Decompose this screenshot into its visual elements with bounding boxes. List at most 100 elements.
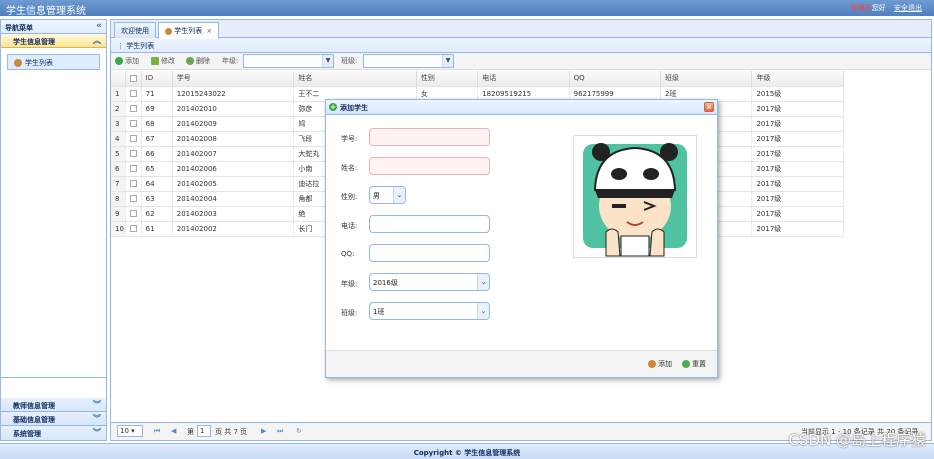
- row-number: 7: [111, 176, 126, 192]
- add-button[interactable]: 添加: [115, 56, 139, 66]
- user-info: 管理员您好 安全退出: [851, 3, 922, 13]
- phone-input[interactable]: [369, 215, 490, 233]
- double-chevron-down-icon[interactable]: ︾: [93, 399, 101, 410]
- user-add-icon: [648, 360, 656, 368]
- checkbox-icon: [129, 105, 137, 112]
- class-label: 班级:: [341, 309, 358, 317]
- double-chevron-up-icon[interactable]: ︽: [93, 35, 101, 46]
- table-cell: 201402007: [172, 146, 295, 162]
- page-label: 第: [187, 428, 194, 436]
- grade-select[interactable]: 2016级 ⌄: [369, 273, 490, 291]
- edit-label: 修改: [161, 57, 175, 65]
- nav-item-label: 学生列表: [25, 59, 53, 67]
- refresh-icon[interactable]: ↻: [296, 427, 302, 435]
- select-all-checkbox[interactable]: [125, 71, 142, 87]
- chevron-down-icon: ▼: [442, 55, 453, 67]
- page-number-input[interactable]: 1: [197, 425, 211, 437]
- page-total-text: 页 共 7 页: [215, 428, 248, 436]
- table-header-row: ID 学号 姓名 性别 电话 QQ 班级 年级: [111, 71, 844, 87]
- row-checkbox[interactable]: [125, 101, 142, 117]
- row-checkbox[interactable]: [125, 176, 142, 192]
- row-checkbox[interactable]: [125, 191, 142, 207]
- tab-student-list[interactable]: 学生列表 ×: [158, 22, 220, 39]
- table-cell: 69: [141, 101, 173, 117]
- row-checkbox[interactable]: [125, 116, 142, 132]
- tab-welcome[interactable]: 欢迎使用: [114, 22, 156, 38]
- table-cell: 68: [141, 116, 173, 132]
- double-chevron-down-icon[interactable]: ︾: [93, 413, 101, 424]
- number-input[interactable]: [369, 128, 490, 146]
- app-header: 学生信息管理系统 管理员您好 安全退出: [0, 0, 934, 17]
- grid-toolbar: 添加 修改 删除 年级: ▼ 班级: ▼: [111, 53, 931, 70]
- column-header[interactable]: 年级: [751, 71, 844, 87]
- next-page-icon[interactable]: ▶: [261, 427, 266, 435]
- qq-input[interactable]: [369, 244, 490, 262]
- double-chevron-down-icon[interactable]: ︾: [93, 427, 101, 438]
- delete-icon: [186, 57, 194, 65]
- delete-button[interactable]: 删除: [186, 56, 210, 66]
- dialog-add-button[interactable]: 添加: [648, 359, 672, 369]
- row-number: 8: [111, 191, 126, 207]
- logout-link[interactable]: 安全退出: [894, 4, 922, 12]
- checkbox-icon: [129, 135, 137, 142]
- accordion-system[interactable]: 系统管理 ︾: [1, 426, 106, 440]
- double-chevron-left-icon[interactable]: «: [96, 21, 102, 31]
- gender-select[interactable]: 男 ⌄: [369, 186, 406, 204]
- chevron-down-icon: ⌄: [393, 187, 405, 203]
- column-header[interactable]: 电话: [477, 71, 570, 87]
- row-checkbox[interactable]: [125, 86, 142, 102]
- table-cell: 201402009: [172, 116, 295, 132]
- grid-title-bar: ⋮ 学生列表: [111, 38, 931, 53]
- name-input[interactable]: [369, 157, 490, 175]
- table-cell: 62: [141, 206, 173, 222]
- column-header[interactable]: QQ: [569, 71, 662, 87]
- checkbox-icon: [129, 225, 137, 232]
- class-filter-select[interactable]: ▼: [363, 54, 454, 68]
- column-header[interactable]: ID: [141, 71, 173, 87]
- user-icon: [165, 27, 172, 35]
- admin-name: 管理员: [850, 4, 872, 12]
- accordion-label: 教师信息管理: [13, 402, 55, 410]
- close-icon[interactable]: ×: [206, 27, 212, 35]
- row-checkbox[interactable]: [125, 146, 142, 162]
- dialog-reset-button[interactable]: 重置: [682, 359, 706, 369]
- qq-label: QQ:: [341, 250, 355, 258]
- row-number: 6: [111, 161, 126, 177]
- accordion-basic-info[interactable]: 基础信息管理 ︾: [1, 412, 106, 426]
- table-cell: 201402004: [172, 191, 295, 207]
- edit-button[interactable]: 修改: [151, 56, 175, 66]
- accordion-student-info[interactable]: 学生信息管理 ︽: [1, 34, 106, 48]
- column-header[interactable]: 性别: [416, 71, 479, 87]
- column-header[interactable]: 班级: [660, 71, 753, 87]
- class-select[interactable]: 1班 ⌄: [369, 302, 490, 320]
- table-cell: 201402003: [172, 206, 295, 222]
- accordion-teacher-info[interactable]: 教师信息管理 ︾: [1, 398, 106, 412]
- row-checkbox[interactable]: [125, 161, 142, 177]
- rownum-header: [111, 71, 126, 87]
- checkbox-icon: [129, 120, 137, 127]
- page-size-select[interactable]: 10 ▾: [117, 425, 143, 437]
- close-icon[interactable]: ×: [704, 102, 714, 112]
- table-cell: 2017级: [751, 221, 844, 237]
- accordion-label: 系统管理: [13, 430, 41, 438]
- row-checkbox[interactable]: [125, 221, 142, 237]
- row-checkbox[interactable]: [125, 131, 142, 147]
- avatar-image: [583, 143, 687, 257]
- column-header[interactable]: 姓名: [293, 71, 417, 87]
- tab-label: 欢迎使用: [121, 27, 149, 35]
- column-header[interactable]: 学号: [172, 71, 295, 87]
- checkbox-icon: [129, 74, 137, 82]
- accordion-label: 基础信息管理: [13, 416, 55, 424]
- row-checkbox[interactable]: [125, 206, 142, 222]
- checkbox-icon: [129, 195, 137, 202]
- nav-item-student-list[interactable]: 学生列表: [7, 54, 100, 70]
- row-number: 10: [111, 221, 126, 237]
- last-page-icon[interactable]: ⏭: [277, 427, 283, 436]
- table-cell: 61: [141, 221, 173, 237]
- add-icon: +: [329, 103, 337, 111]
- prev-page-icon[interactable]: ◀: [171, 427, 176, 435]
- first-page-icon[interactable]: ⏮: [154, 427, 160, 436]
- class-filter-label: 班级:: [341, 57, 358, 65]
- table-cell: 65: [141, 161, 173, 177]
- grade-filter-select[interactable]: ▼: [243, 54, 334, 68]
